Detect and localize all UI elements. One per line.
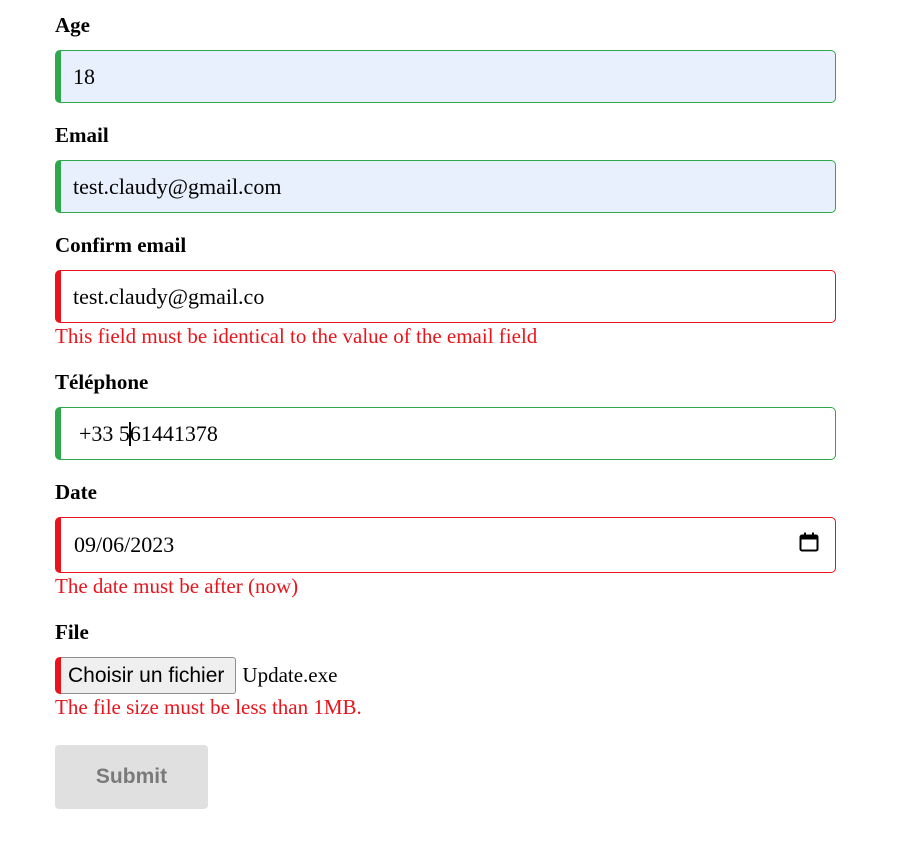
confirm-email-input-value: test.claudy@gmail.co [73, 283, 265, 309]
telephone-value-before-caret: +33 5 [79, 420, 130, 446]
telephone-input[interactable]: +33 5 61441378 [55, 407, 836, 460]
date-input[interactable]: 09/06/2023 [55, 517, 836, 573]
email-label: Email [55, 123, 109, 147]
date-error: The date must be after (now) [55, 574, 299, 598]
confirm-email-error: This field must be identical to the valu… [55, 324, 538, 348]
confirm-email-label: Confirm email [55, 233, 187, 257]
email-input-value: test.claudy@gmail.com [73, 173, 282, 199]
calendar-icon[interactable] [799, 532, 819, 552]
selected-file-name: Update.exe [242, 663, 338, 687]
age-input[interactable]: 18 [55, 50, 836, 103]
date-label: Date [55, 480, 97, 504]
choose-file-button[interactable]: Choisir un fichier [61, 657, 237, 694]
telephone-value-after-caret: 61441378 [129, 420, 218, 446]
email-input[interactable]: test.claudy@gmail.com [55, 160, 836, 213]
age-input-value: 18 [73, 63, 95, 89]
age-label: Age [55, 13, 90, 37]
telephone-label: Téléphone [55, 370, 149, 394]
submit-button[interactable]: Submit [55, 745, 208, 809]
date-input-value: 09/06/2023 [74, 532, 175, 557]
confirm-email-input[interactable]: test.claudy@gmail.co [55, 270, 836, 323]
file-input[interactable]: Choisir un fichier Update.exe [55, 657, 337, 694]
file-label: File [55, 620, 89, 644]
file-error: The file size must be less than 1MB. [55, 695, 362, 719]
